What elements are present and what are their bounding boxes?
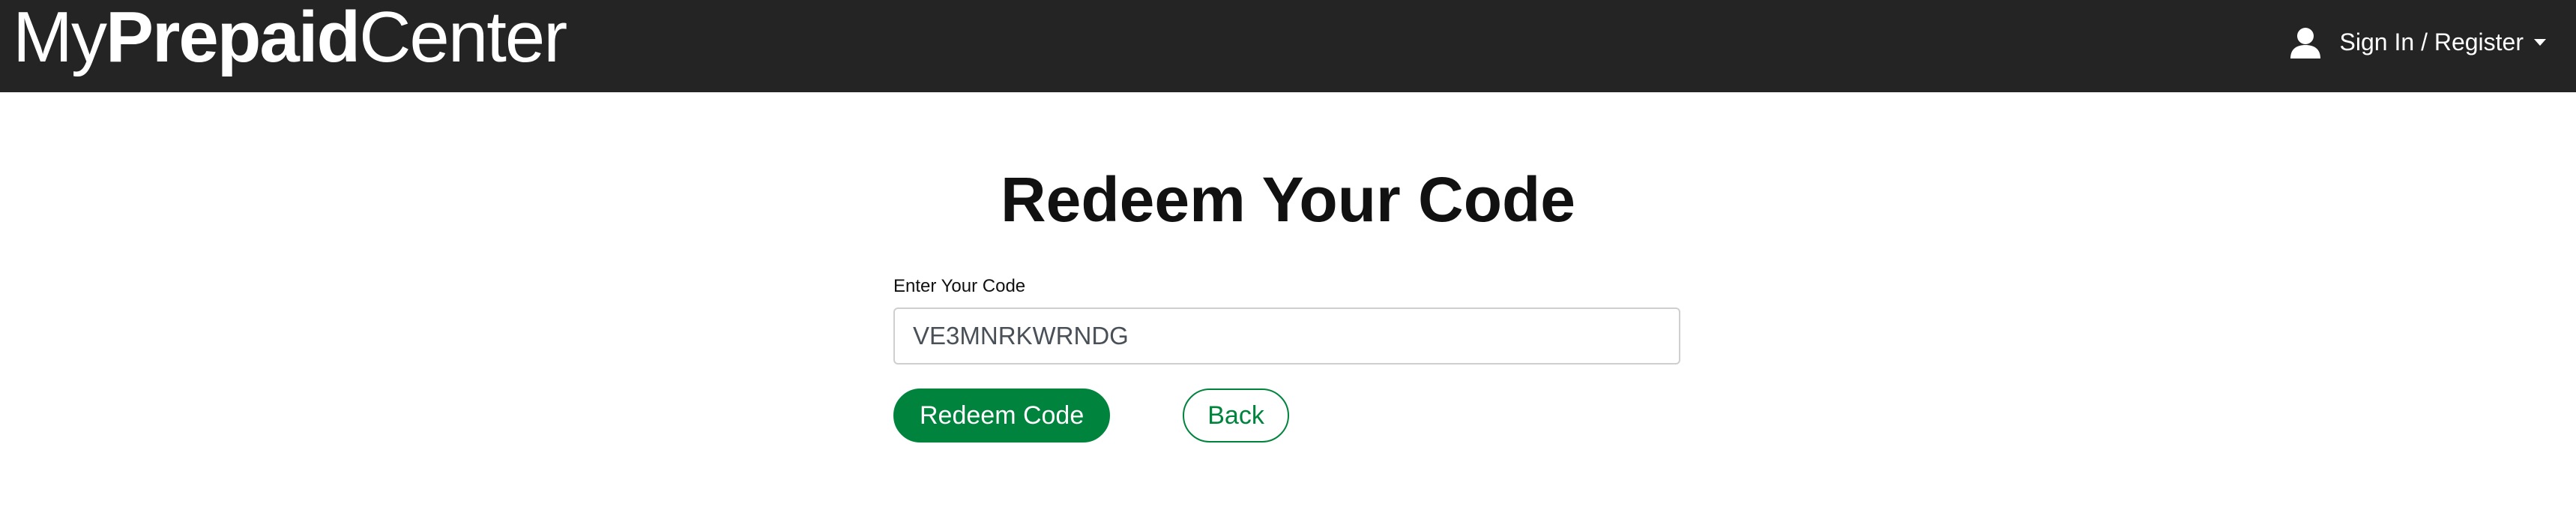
- user-icon: [2290, 28, 2320, 58]
- brand-logo[interactable]: MyPrepaidCenter: [13, 0, 567, 82]
- brand-part-prepaid: Prepaid: [105, 0, 361, 77]
- brand-part-center: Center: [359, 0, 567, 77]
- code-input[interactable]: [893, 308, 1680, 364]
- back-button[interactable]: Back: [1183, 388, 1289, 442]
- redeem-form: Enter Your Code Redeem Code Back: [893, 276, 1680, 442]
- redeem-code-button[interactable]: Redeem Code: [893, 388, 1111, 442]
- chevron-down-icon: [2534, 38, 2546, 46]
- sign-in-register-label: Sign In / Register: [2339, 28, 2524, 56]
- page-title: Redeem Your Code: [1000, 164, 1576, 235]
- top-navbar: MyPrepaidCenter Sign In / Register: [0, 0, 2576, 92]
- brand-part-my: My: [13, 0, 107, 77]
- account-menu-toggle[interactable]: Sign In / Register: [2287, 21, 2546, 63]
- form-actions: Redeem Code Back: [893, 388, 1680, 442]
- code-field-label: Enter Your Code: [893, 276, 1026, 296]
